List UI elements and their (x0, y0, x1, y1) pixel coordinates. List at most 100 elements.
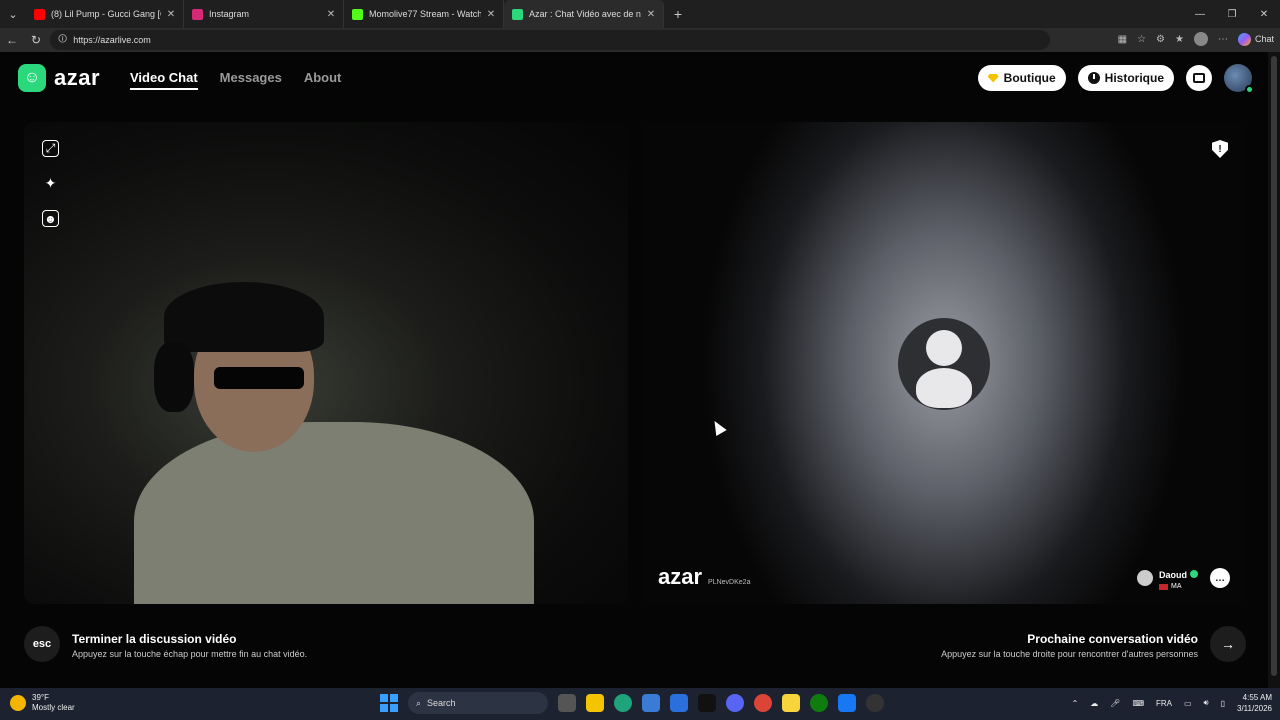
boutique-button[interactable]: Boutique (977, 65, 1066, 91)
windows-start-icon[interactable] (380, 694, 398, 712)
search-icon: ⌕ (416, 697, 422, 708)
url-text: https://azarlive.com (73, 35, 151, 45)
weather-widget[interactable]: 39°F Mostly clear (10, 693, 75, 713)
peer-info[interactable]: Daoud MA (1137, 565, 1198, 590)
clock-time: 4:55 AM (1242, 693, 1272, 702)
battery-icon[interactable]: ▯ (1221, 699, 1225, 708)
url-field[interactable]: 🛈 https://azarlive.com (50, 30, 1050, 50)
azar-logo-icon: ☺ (18, 64, 46, 92)
end-chat-button[interactable]: esc (24, 626, 60, 662)
more-icon[interactable]: ⋯ (1218, 34, 1228, 45)
user-avatar[interactable] (1224, 64, 1254, 94)
sticky-notes-icon[interactable] (782, 694, 800, 712)
favorite-star-icon[interactable]: ☆ (1137, 34, 1146, 45)
copilot-label: Chat (1254, 34, 1274, 44)
weather-text: Mostly clear (32, 703, 75, 712)
box-icon (1193, 73, 1205, 83)
nav-messages[interactable]: Messages (220, 70, 282, 90)
kick-icon (352, 8, 363, 20)
system-tray: ⌃ ☁ 🎤︎ ⌨ FRA ▭ 🔊︎ ▯ 4:55 AM 3/11/2026 (1072, 692, 1272, 714)
language-indicator[interactable]: FRA (1156, 699, 1172, 708)
peer-name: Daoud (1159, 570, 1187, 580)
end-chat-title: Terminer la discussion vidéo (72, 632, 237, 646)
tray-chevron-icon[interactable]: ⌃ (1072, 699, 1079, 708)
browser-tab-strip: ⌄ (8) Lil Pump - Gucci Gang [Official ✕ … (0, 0, 1280, 28)
tab-azar[interactable]: Azar : Chat Vidéo avec de nou ✕ (504, 0, 664, 28)
keyboard-icon[interactable]: ⌨ (1132, 699, 1144, 708)
volume-icon[interactable]: 🔊︎ (1204, 698, 1209, 708)
cloud-icon[interactable]: ☁ (1090, 699, 1098, 708)
tab-kick[interactable]: Momolive77 Stream - Watch Live o ✕ (344, 0, 504, 28)
minimize-icon[interactable]: — (1184, 0, 1216, 28)
task-view-icon[interactable] (558, 694, 576, 712)
user-code: PLNevDKe2a (708, 579, 751, 586)
report-shield-icon[interactable]: ! (1212, 140, 1228, 158)
inventory-button[interactable] (1186, 65, 1212, 91)
tab-title: (8) Lil Pump - Gucci Gang [Official (51, 9, 161, 19)
tab-actions-icon[interactable]: ⌄ (0, 0, 26, 28)
face-filter-icon[interactable]: ☻ (42, 210, 59, 227)
tab-youtube[interactable]: (8) Lil Pump - Gucci Gang [Official ✕ (26, 0, 184, 28)
copilot-button[interactable]: Chat (1237, 32, 1274, 46)
logo-text: azar (54, 65, 101, 90)
file-explorer-icon[interactable] (586, 694, 604, 712)
next-chat-arrow-icon[interactable]: → (1210, 626, 1246, 662)
remote-video: ! azar PLNevDKe2a Daoud MA … (642, 122, 1246, 604)
peer-country: MA (1171, 583, 1182, 590)
network-icon[interactable]: ▭ (1184, 699, 1192, 708)
main-nav: Video Chat Messages About (130, 70, 341, 90)
instagram-icon (192, 8, 203, 20)
taskbar-search[interactable]: ⌕ Search (408, 692, 548, 714)
mail-icon[interactable] (670, 694, 688, 712)
chat-bubble-icon[interactable]: … (1210, 568, 1230, 588)
close-tab-icon[interactable]: ✕ (485, 9, 497, 20)
peer-avatar-icon (1137, 569, 1153, 586)
historique-button[interactable]: Historique (1077, 65, 1174, 91)
apps-icon[interactable]: ▦ (1118, 34, 1127, 45)
azar-icon (512, 8, 523, 20)
copilot-icon (1237, 32, 1251, 46)
close-tab-icon[interactable]: ✕ (645, 9, 657, 20)
maximize-icon[interactable]: ❐ (1216, 0, 1248, 28)
mic-icon[interactable]: 🎤︎ (1110, 699, 1120, 708)
nav-about[interactable]: About (304, 70, 342, 90)
obs-icon[interactable] (866, 694, 884, 712)
back-icon[interactable]: ← (0, 33, 24, 47)
close-window-icon[interactable]: ✕ (1248, 0, 1280, 28)
facebook-icon[interactable] (838, 694, 856, 712)
magic-wand-icon[interactable]: ✦ (42, 175, 59, 192)
discord-icon[interactable] (726, 694, 744, 712)
azar-logo[interactable]: ☺ azar (18, 64, 100, 92)
window-controls: — ❐ ✕ (1184, 0, 1280, 28)
refresh-icon[interactable]: ↻ (24, 33, 48, 47)
store-icon[interactable] (642, 694, 660, 712)
tiktok-icon[interactable] (698, 694, 716, 712)
end-chat-info: Terminer la discussion vidéo Appuyez sur… (72, 632, 307, 659)
address-bar-row: ← ↻ 🛈 https://azarlive.com ▦ ☆ ⚙ ★ ⋯ Cha… (0, 28, 1280, 52)
temperature: 39°F (32, 693, 49, 702)
historique-label: Historique (1104, 71, 1164, 85)
chrome-icon[interactable] (754, 694, 772, 712)
gem-icon (987, 73, 999, 83)
tab-instagram[interactable]: Instagram ✕ (184, 0, 344, 28)
resize-icon[interactable]: ⤢ (42, 140, 59, 157)
extensions-icon[interactable]: ⚙ (1156, 34, 1165, 45)
site-info-icon[interactable]: 🛈 (58, 32, 67, 48)
taskbar-clock[interactable]: 4:55 AM 3/11/2026 (1237, 692, 1272, 714)
close-tab-icon[interactable]: ✕ (325, 9, 337, 20)
favorites-icon[interactable]: ★ (1175, 34, 1184, 45)
windows-taskbar: 39°F Mostly clear ⌕ Search ⌃ ☁ 🎤︎ ⌨ FRA … (0, 688, 1280, 720)
edge-icon[interactable] (614, 694, 632, 712)
clock-date: 3/11/2026 (1237, 704, 1272, 713)
new-tab-icon[interactable]: + (664, 6, 692, 22)
profile-icon[interactable] (1193, 32, 1208, 46)
local-video: ⤢ ✦ ☻ (24, 122, 628, 604)
history-icon (1087, 72, 1100, 84)
xbox-icon[interactable] (810, 694, 828, 712)
nav-video-chat[interactable]: Video Chat (130, 70, 198, 90)
watermark-logo: azar (658, 564, 703, 589)
headset (154, 342, 194, 412)
page-scrollbar[interactable] (1268, 52, 1280, 688)
header-actions: Boutique Historique (977, 64, 1254, 94)
close-tab-icon[interactable]: ✕ (165, 9, 177, 20)
